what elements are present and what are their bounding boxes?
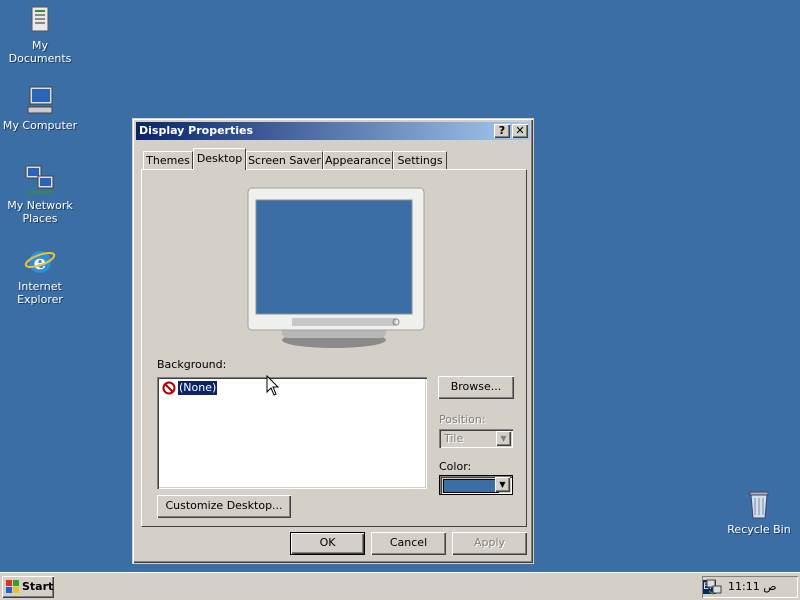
list-item-label: (None) [176, 380, 219, 396]
desktop-icon-my-documents[interactable]: My Documents [0, 4, 80, 65]
tab-label: Appearance [324, 154, 392, 167]
position-select[interactable]: Tile ▼ [439, 429, 513, 448]
button-label: Customize Desktop... [165, 499, 283, 512]
button-label: OK [319, 536, 336, 549]
mouse-cursor [266, 375, 280, 396]
recycle-bin-icon [749, 491, 769, 519]
network-places-icon [25, 165, 54, 193]
tab-desktop[interactable]: Desktop [193, 148, 246, 170]
desktop-tab-panel: Background: (None) Browse... Position: T… [141, 169, 527, 527]
color-swatch [443, 479, 499, 493]
network-tray-icon[interactable] [706, 579, 722, 595]
chevron-down-icon: ▼ [496, 431, 511, 446]
color-label: Color: [439, 460, 472, 473]
position-value: Tile [444, 432, 464, 445]
tab-label: Themes [146, 154, 190, 167]
button-label: Browse... [450, 380, 502, 393]
tab-label: Screen Saver [248, 154, 321, 167]
tab-screen-saver[interactable]: Screen Saver [246, 151, 323, 169]
tab-appearance[interactable]: Appearance [323, 151, 393, 169]
ok-button[interactable]: OK [290, 532, 365, 555]
desktop-icon-label: Internet Explorer [17, 280, 63, 306]
system-tray: 11:11 ص [702, 576, 798, 598]
monitor-preview [247, 187, 425, 348]
desktop-icon-label: Recycle Bin [727, 523, 791, 536]
desktop-icon-my-computer[interactable]: My Computer [0, 84, 80, 132]
close-button[interactable]: ✕ [512, 124, 528, 138]
none-icon [162, 381, 176, 395]
button-label: Apply [473, 536, 506, 549]
windows-logo-icon [6, 580, 19, 593]
desktop-icon-recycle-bin[interactable]: Recycle Bin [719, 488, 799, 536]
position-label: Position: [439, 413, 486, 426]
folder-documents-icon [31, 6, 49, 32]
desktop-icon-my-network-places[interactable]: My Network Places [0, 164, 80, 225]
clock: 11:11 ص [728, 580, 777, 593]
background-label: Background: [157, 358, 227, 371]
tab-label: Settings [397, 154, 443, 167]
dialog-title: Display Properties [139, 124, 254, 137]
start-label: Start [22, 580, 54, 593]
chevron-down-icon: ▼ [495, 477, 510, 492]
help-icon: ? [498, 124, 506, 137]
customize-desktop-button[interactable]: Customize Desktop... [157, 495, 291, 518]
apply-button[interactable]: Apply [452, 532, 527, 555]
desktop-icon-label: My Documents [8, 39, 72, 65]
tab-themes[interactable]: Themes [143, 151, 193, 169]
help-button[interactable]: ? [494, 124, 510, 138]
dialog-titlebar[interactable]: Display Properties ? ✕ [136, 122, 530, 140]
browse-button[interactable]: Browse... [438, 376, 514, 399]
desktop-icon-internet-explorer[interactable]: e Internet Explorer [0, 245, 80, 306]
start-button[interactable]: Start [2, 576, 54, 598]
desktop-icon-label: My Network Places [7, 199, 73, 225]
button-label: Cancel [389, 536, 428, 549]
background-list[interactable]: (None) [157, 377, 427, 489]
close-icon: ✕ [515, 124, 525, 137]
tab-label: Desktop [196, 152, 243, 165]
taskbar: Start EN 11:11 ص [0, 572, 800, 600]
desktop-icon-label: My Computer [2, 119, 78, 132]
list-item[interactable]: (None) [162, 380, 219, 396]
display-properties-dialog: Display Properties ? ✕ Themes Desktop Sc… [132, 118, 534, 564]
internet-explorer-icon: e [24, 250, 56, 274]
computer-icon [27, 86, 53, 114]
tab-settings[interactable]: Settings [393, 151, 447, 169]
color-picker[interactable]: ▼ [439, 475, 513, 495]
cancel-button[interactable]: Cancel [371, 532, 446, 555]
